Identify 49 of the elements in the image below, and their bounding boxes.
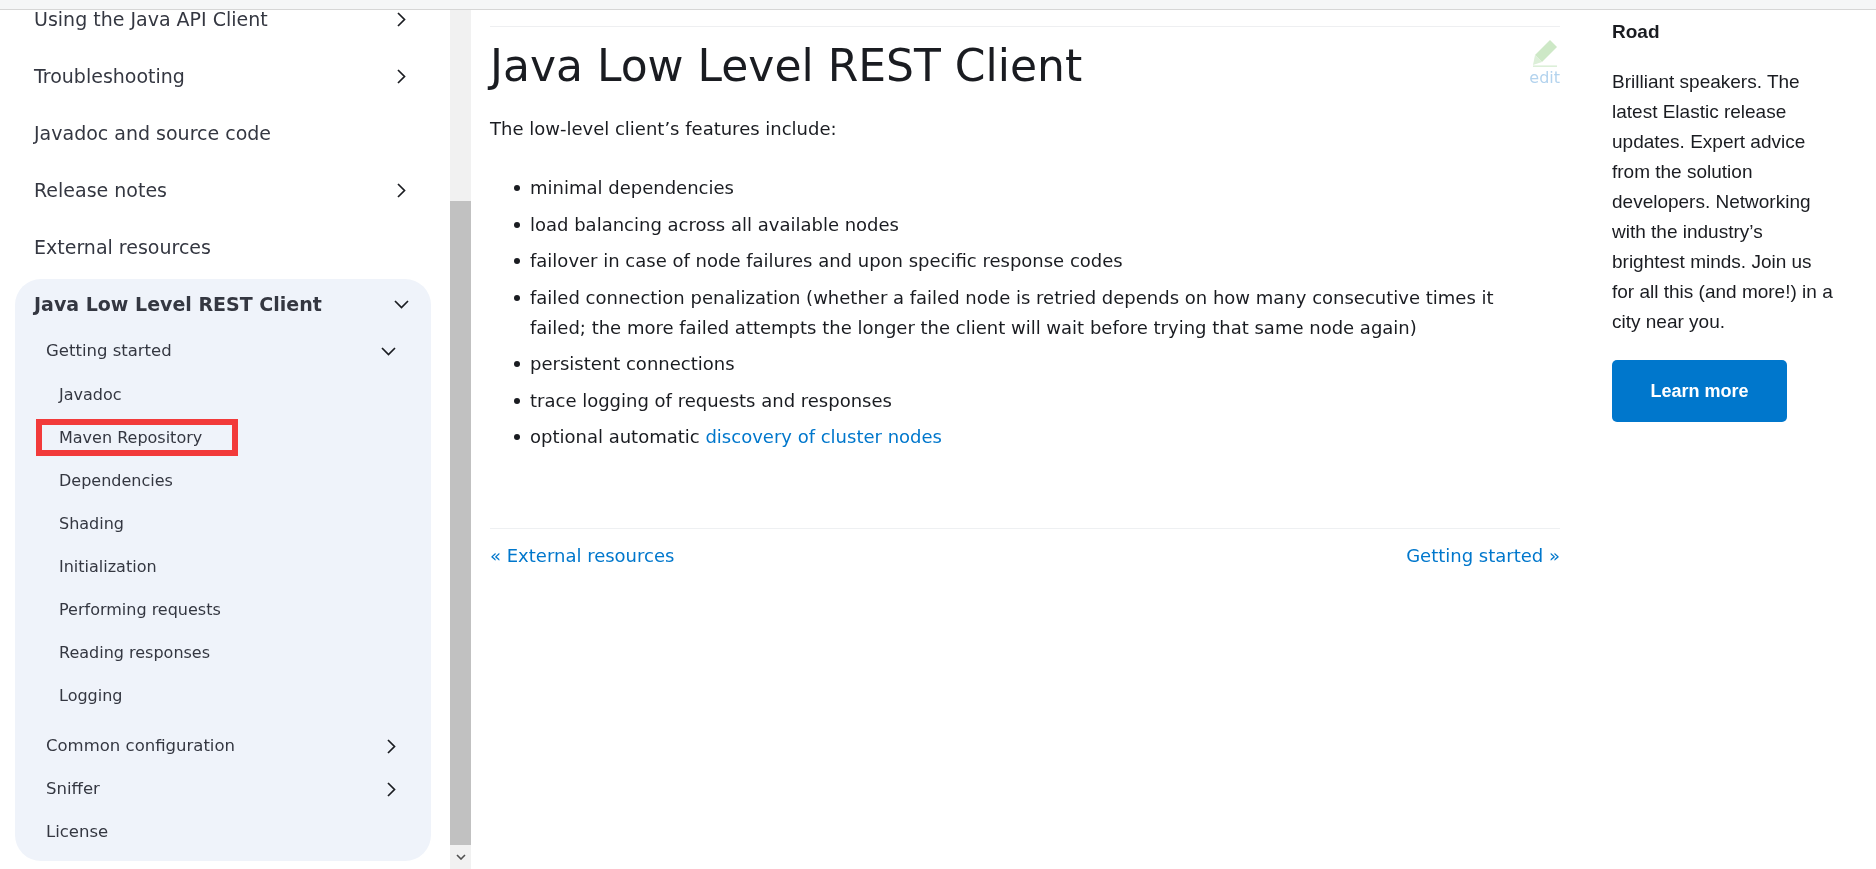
nav-link[interactable]: Release notes [34, 176, 167, 205]
nav-link[interactable]: External resources [34, 233, 211, 262]
scrollbar-thumb[interactable] [450, 201, 471, 845]
bullet-icon [514, 185, 520, 191]
chevron-right-icon[interactable] [397, 69, 406, 84]
list-item-text: persistent connections [530, 352, 735, 376]
list-item-text: minimal dependencies [530, 176, 734, 200]
nav-link[interactable]: Common configuration [46, 734, 235, 759]
chevron-down-icon[interactable] [381, 347, 396, 356]
nav-link[interactable]: Using the Java API Client [34, 10, 268, 34]
bullet-icon [514, 361, 520, 367]
bullet-icon [514, 397, 520, 404]
chevron-down-icon [455, 854, 466, 860]
chevron-right-icon[interactable] [387, 782, 396, 797]
pencil-icon [1532, 40, 1557, 67]
intro-text: The low-level client’s features include: [490, 117, 838, 141]
nav-link[interactable]: Getting started [46, 339, 172, 364]
inline-link[interactable]: discovery of cluster nodes [705, 426, 942, 447]
chevron-right-icon[interactable] [397, 183, 406, 198]
list-item-text: trace logging of requests and responses [530, 388, 892, 413]
nav-link[interactable]: Javadoc [59, 382, 122, 407]
nav-link[interactable]: Sniffer [46, 777, 100, 802]
promo-heading: Road [1612, 20, 1661, 44]
nav-link[interactable]: Initialization [59, 554, 157, 579]
bullet-icon [514, 221, 520, 228]
nav-link[interactable]: Reading responses [59, 640, 211, 665]
nav-link[interactable]: Javadoc and source code [34, 119, 272, 148]
list-item-text: optional automatic discovery of cluster nodes [530, 425, 942, 449]
nav-link[interactable]: Performing requests [59, 597, 221, 622]
chevron-down-icon[interactable] [394, 300, 409, 309]
bullet-icon [514, 294, 520, 301]
next-page-link[interactable]: Getting started » [1406, 541, 1560, 571]
nav-link[interactable]: Logging [59, 683, 123, 708]
list-item-text: failed connection penalization (whether a failed node is retried depends on how many consecutive times it failed; the more failed attempts the longer the client will wait before trying that same node again) [530, 285, 1495, 340]
previous-page-link[interactable]: « External resources [490, 541, 675, 571]
promo-text: Brilliant speakers. The latest Elastic release updates. Expert advice from the solution developers. Networking with the industry’s brightest minds. Join us for all this (and more!) in a city near you. [1612, 70, 1834, 334]
bullet-icon [514, 258, 520, 264]
learn-more-button[interactable]: Learn more [1612, 360, 1787, 422]
list-item-text: load balancing across all available nodes [530, 212, 899, 237]
nav-link[interactable]: Troubleshooting [34, 62, 185, 91]
chevron-right-icon[interactable] [397, 12, 406, 27]
nav-link[interactable]: Dependencies [59, 468, 173, 493]
list-item-text: failover in case of node failures and upon specific response codes [530, 249, 1123, 273]
nav-link[interactable]: Shading [59, 511, 124, 536]
chevron-right-icon[interactable] [387, 739, 396, 754]
bullet-icon [514, 434, 520, 440]
nav-link[interactable]: License [46, 820, 109, 845]
nav-link[interactable]: Maven Repository [59, 425, 203, 450]
nav-section-link[interactable]: Java Low Level REST Client [34, 290, 322, 319]
